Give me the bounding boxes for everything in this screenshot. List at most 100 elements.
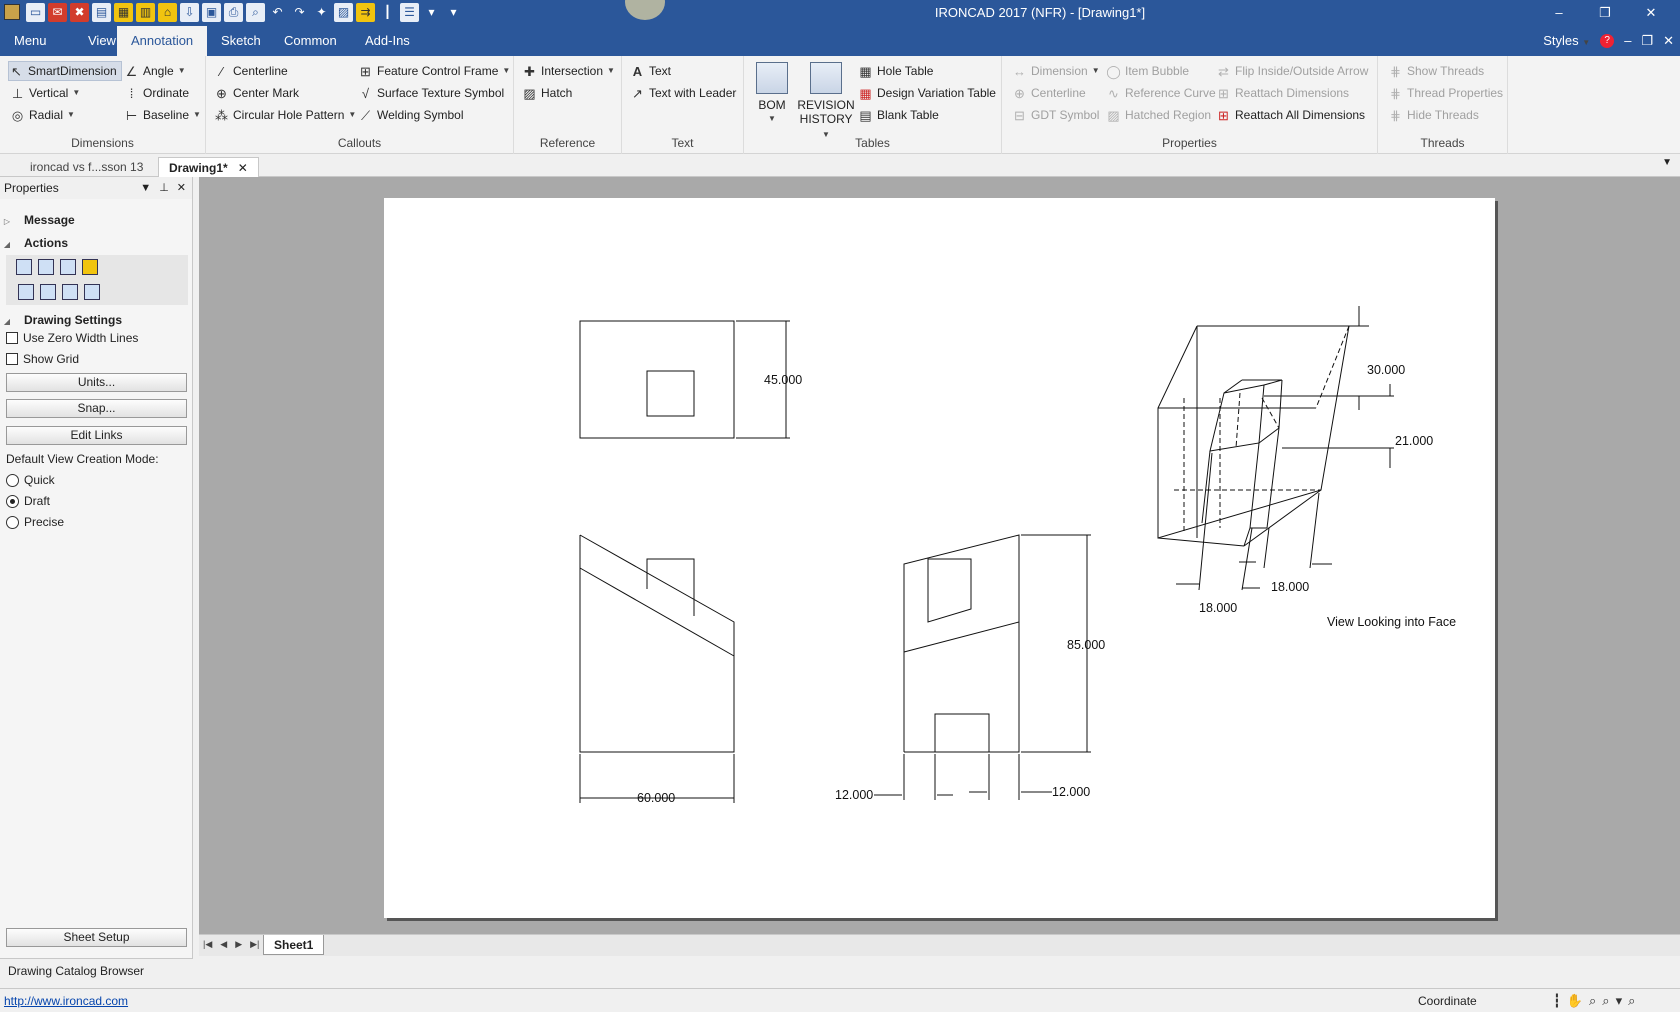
units-button[interactable]: Units... (6, 373, 187, 392)
text-button[interactable]: A Text (630, 61, 671, 81)
item-bubble-button[interactable]: ◯ Item Bubble (1106, 61, 1189, 81)
top-view-outline[interactable] (579, 320, 735, 439)
mode-quick-radio[interactable]: Quick (6, 473, 55, 487)
hatch-button[interactable]: ▨ Hatch (522, 83, 572, 103)
thread-properties-button[interactable]: ⋕ Thread Properties (1388, 83, 1503, 103)
gdt-symbol-button[interactable]: ⊟ GDT Symbol (1012, 105, 1099, 125)
mode-draft-radio[interactable]: Draft (6, 494, 50, 508)
flip-arrow-button[interactable]: ⇄ Flip Inside/Outside Arrow (1216, 61, 1368, 81)
mode-precise-radio[interactable]: Precise (6, 515, 64, 529)
view-label[interactable]: View Looking into Face (1327, 615, 1456, 629)
intersection-button[interactable]: ✚ Intersection ▼ (522, 61, 615, 81)
zoom-icon[interactable]: ⌕ (1589, 993, 1596, 1009)
angle-button[interactable]: ∠ Angle ▼ (124, 61, 186, 81)
center-mark-button[interactable]: ⊕ Center Mark (214, 83, 299, 103)
action-grid-icon[interactable] (84, 284, 100, 300)
next-sheet-icon[interactable]: ▶ (235, 939, 242, 950)
restore-button[interactable]: ❐ (1582, 3, 1628, 23)
pan-hand-icon[interactable]: ✋ (1567, 993, 1583, 1009)
side-view-outline[interactable] (903, 534, 1020, 753)
zoom-window-icon[interactable]: ⌕ (1602, 993, 1609, 1009)
doc-close-button[interactable]: ✕ (1663, 26, 1674, 56)
feature-control-frame-button[interactable]: ⊞ Feature Control Frame ▼ (358, 61, 510, 81)
isometric-view[interactable] (1157, 325, 1350, 547)
website-link[interactable]: http://www.ironcad.com (4, 994, 128, 1008)
vertical-button[interactable]: ⊥ Vertical ▼ (10, 83, 80, 103)
reattach-all-dimensions-button[interactable]: ⊞ Reattach All Dimensions (1216, 105, 1365, 125)
panel-dropdown-icon[interactable]: ▼ (140, 177, 151, 199)
sheet-setup-button[interactable]: Sheet Setup (6, 928, 187, 947)
hatched-region-button[interactable]: ▨ Hatched Region (1106, 105, 1211, 125)
last-sheet-icon[interactable]: ▶| (250, 939, 259, 950)
centerline-button[interactable]: ⁄ Centerline (214, 61, 287, 81)
welding-symbol-button[interactable]: ⟋ Welding Symbol (358, 105, 464, 125)
blank-table-button[interactable]: ▤ Blank Table (858, 105, 938, 125)
help-icon[interactable]: ? (1600, 34, 1615, 48)
doc-restore-button[interactable]: ❐ (1641, 26, 1653, 56)
action-view-icon[interactable] (18, 284, 34, 300)
drawing-sheet[interactable]: 45.000 60.000 85.000 12.000 12.000 30.00… (384, 198, 1495, 918)
hole-table-button[interactable]: ▦ Hole Table (858, 61, 933, 81)
circular-hole-pattern-button[interactable]: ⁂ Circular Hole Pattern ▼ (214, 105, 356, 125)
actions-section[interactable]: ◢ Actions (0, 236, 193, 250)
action-tree-icon[interactable] (62, 284, 78, 300)
smartdimension-button[interactable]: ↖ SmartDimension (8, 61, 122, 81)
pin-icon[interactable]: ⊥ (159, 177, 169, 199)
action-list-icon[interactable] (16, 259, 32, 275)
bom-button[interactable]: BOM ▼ (752, 62, 792, 126)
first-sheet-icon[interactable]: |◀ (203, 939, 212, 950)
sheet-tab[interactable]: Sheet1 (263, 935, 325, 955)
measure-tool-icon[interactable]: ┇ (1553, 993, 1561, 1009)
edit-links-button[interactable]: Edit Links (6, 426, 187, 445)
use-zero-width-lines-checkbox[interactable]: Use Zero Width Lines (6, 331, 138, 345)
tab-menu[interactable]: Menu (0, 26, 61, 56)
tab-add-ins[interactable]: Add-Ins (351, 26, 424, 56)
centerline-prop-button[interactable]: ⊕ Centerline (1012, 83, 1086, 103)
hide-threads-button[interactable]: ⋕ Hide Threads (1388, 105, 1479, 125)
close-button[interactable]: ✕ (1628, 3, 1674, 23)
revision-history-button[interactable]: REVISION HISTORY ▼ (796, 62, 856, 142)
dim-label-30[interactable]: 30.000 (1367, 363, 1405, 377)
radial-button[interactable]: ◎ Radial ▼ (10, 105, 75, 125)
message-section[interactable]: ▷ Message (0, 213, 193, 227)
doc-tab-ironcad-lesson[interactable]: ironcad vs f...sson 13 (20, 157, 153, 177)
doc-minimize-button[interactable]: – (1624, 26, 1631, 56)
doc-tab-drawing1[interactable]: Drawing1* ✕ (158, 157, 259, 177)
dim-label-60[interactable]: 60.000 (637, 791, 675, 805)
prev-sheet-icon[interactable]: ◀ (220, 939, 227, 950)
action-sheet-icon[interactable] (38, 259, 54, 275)
drawing-settings-section[interactable]: ◢ Drawing Settings (0, 313, 193, 327)
dim-label-85[interactable]: 85.000 (1067, 638, 1105, 652)
tab-annotation[interactable]: Annotation (117, 26, 208, 56)
dimension-prop-button[interactable]: ↔ Dimension ▼ (1012, 61, 1100, 81)
text-with-leader-button[interactable]: ↗ Text with Leader (630, 83, 736, 103)
show-grid-checkbox[interactable]: Show Grid (6, 352, 79, 366)
tab-common[interactable]: Common (270, 26, 351, 56)
dim-label-18-right[interactable]: 18.000 (1271, 580, 1309, 594)
action-folder-icon[interactable] (82, 259, 98, 275)
drawing-catalog-browser-tab[interactable]: Drawing Catalog Browser (0, 958, 193, 982)
fit-view-icon[interactable]: ⌕ (1628, 993, 1635, 1009)
drawing-canvas[interactable]: 45.000 60.000 85.000 12.000 12.000 30.00… (199, 177, 1680, 934)
minimize-button[interactable]: – (1536, 3, 1582, 23)
reattach-dimensions-button[interactable]: ⊞ Reattach Dimensions (1216, 83, 1349, 103)
action-users-icon[interactable] (60, 259, 76, 275)
baseline-button[interactable]: ⊢ Baseline ▼ (124, 105, 201, 125)
ordinate-button[interactable]: ⁞ Ordinate (124, 83, 189, 103)
snap-button[interactable]: Snap... (6, 399, 187, 418)
reference-curve-button[interactable]: ∿ Reference Curve (1106, 83, 1216, 103)
design-variation-table-button[interactable]: ▦ Design Variation Table (858, 83, 996, 103)
styles-dropdown[interactable]: Styles ▼ (1543, 26, 1590, 56)
tab-sketch[interactable]: Sketch (207, 26, 275, 56)
action-cube-icon[interactable] (40, 284, 56, 300)
dim-label-21[interactable]: 21.000 (1395, 434, 1433, 448)
dim-label-12-right[interactable]: 12.000 (1052, 785, 1090, 799)
zoom-dropdown-icon[interactable]: ▾ (1616, 993, 1623, 1009)
close-tab-icon[interactable]: ✕ (238, 161, 248, 175)
left-view-outline[interactable] (579, 534, 735, 753)
show-threads-button[interactable]: ⋕ Show Threads (1388, 61, 1484, 81)
doc-tabs-dropdown-icon[interactable]: ▼ (1662, 157, 1672, 168)
dim-label-18-left[interactable]: 18.000 (1199, 601, 1237, 615)
surface-texture-symbol-button[interactable]: √ Surface Texture Symbol (358, 83, 504, 103)
dim-label-12-left[interactable]: 12.000 (835, 788, 873, 802)
